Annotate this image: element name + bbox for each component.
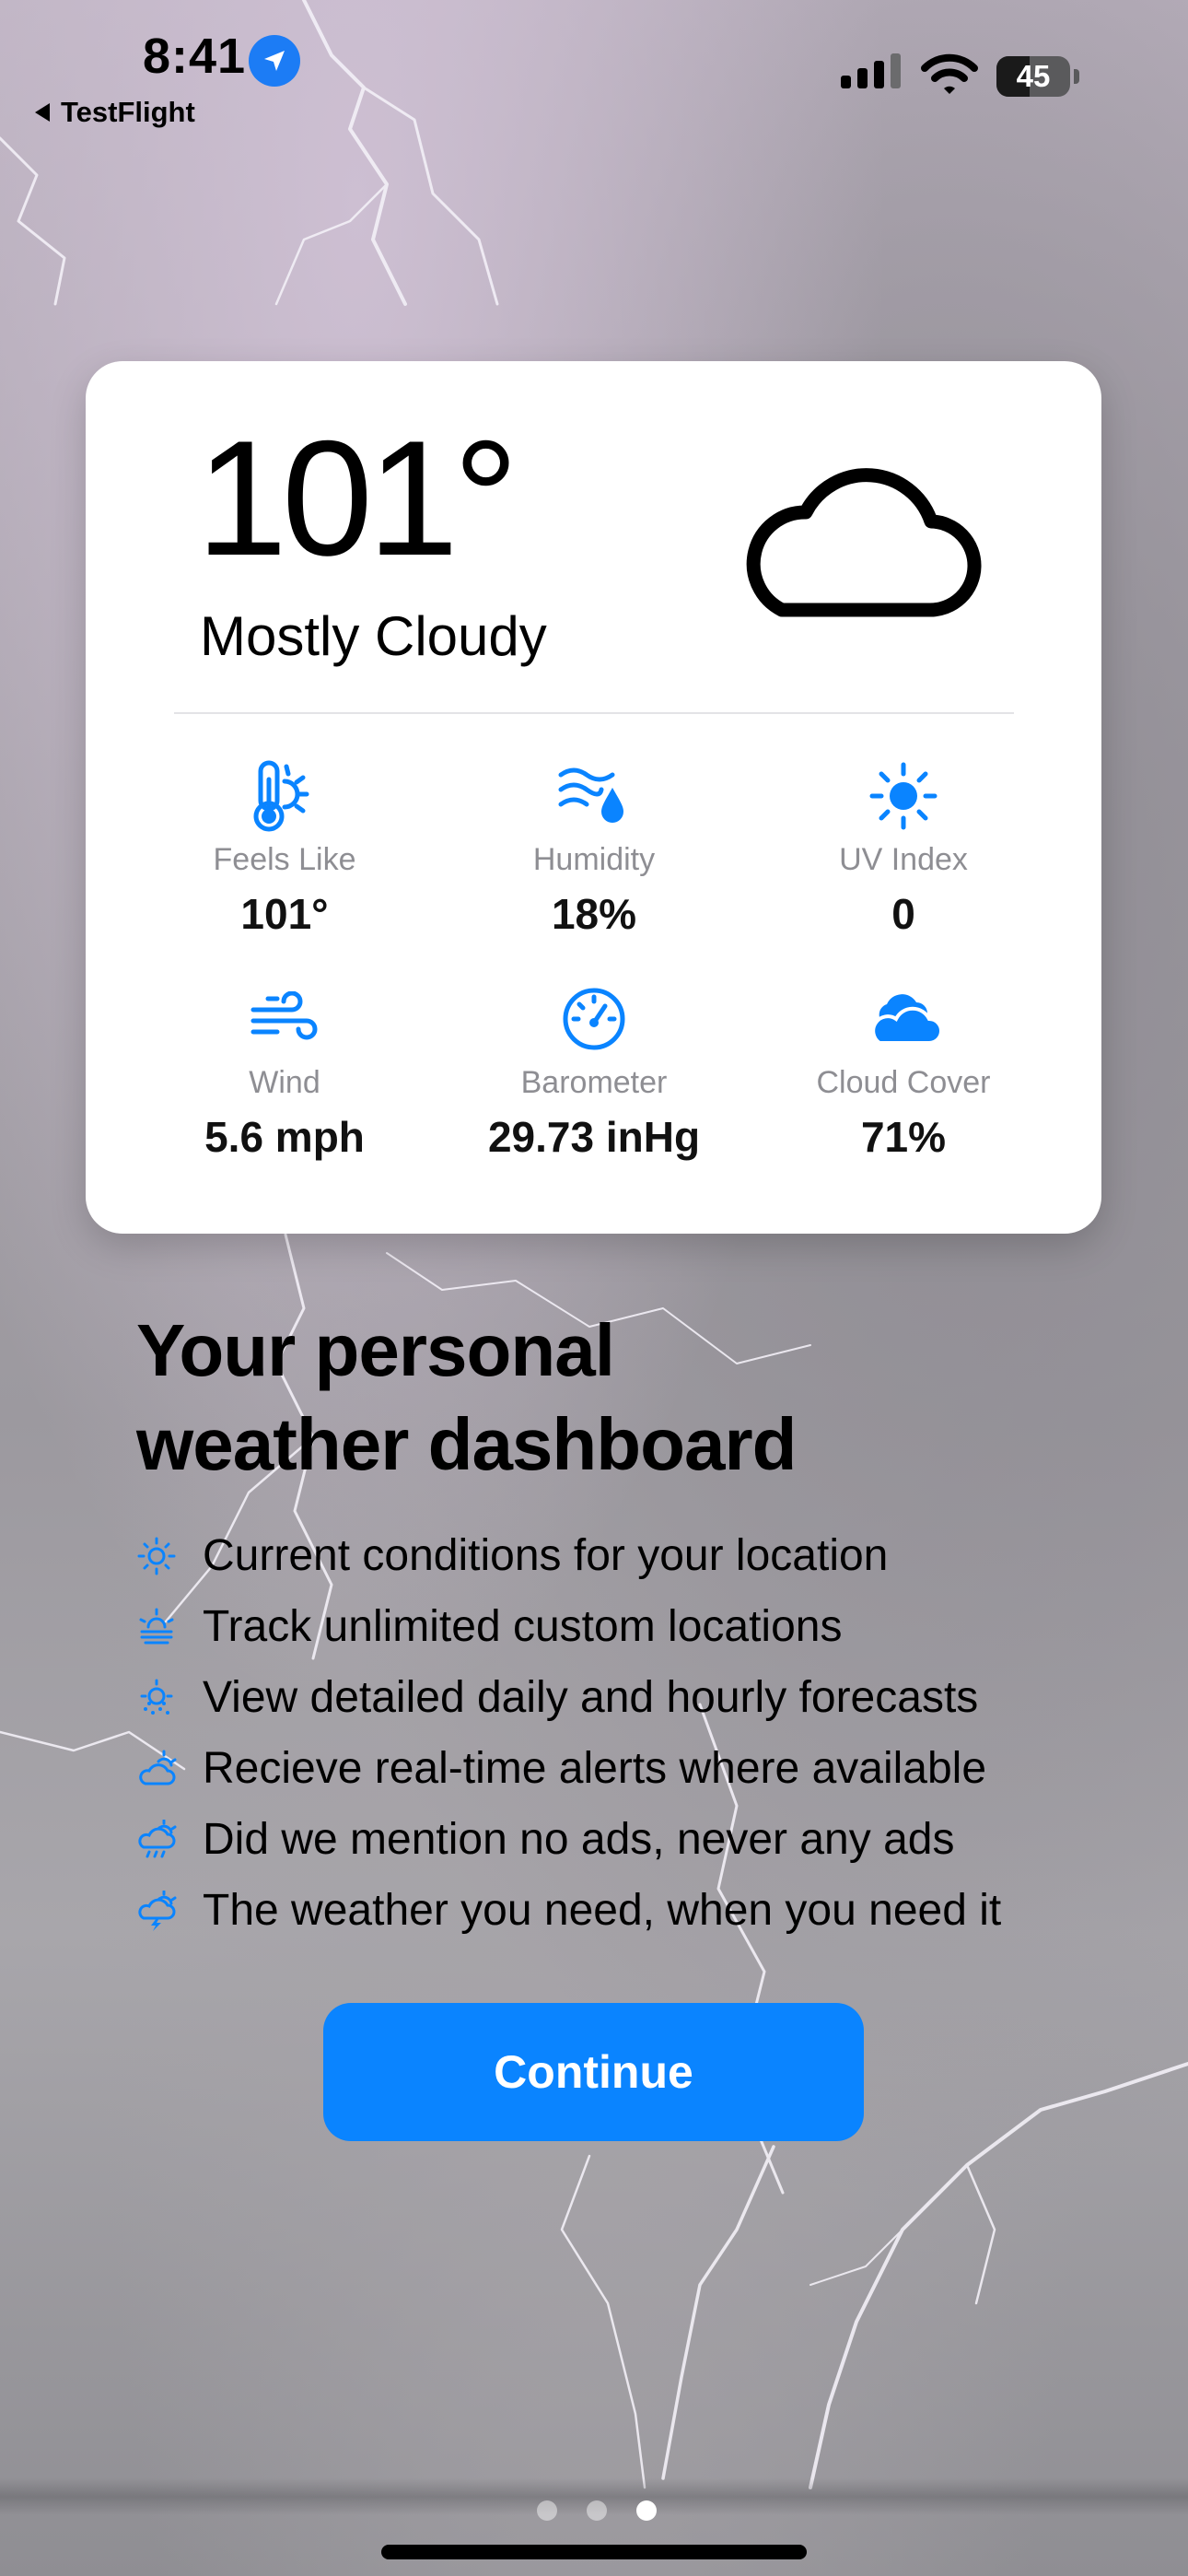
feature-text: Recieve real-time alerts where available — [203, 1744, 987, 1793]
metric-label: Barometer — [520, 1065, 668, 1100]
battery-cap — [1074, 69, 1079, 84]
page-indicator[interactable] — [537, 2500, 657, 2521]
home-indicator[interactable] — [381, 2545, 807, 2559]
page-dot[interactable] — [587, 2500, 607, 2521]
feature-text: The weather you need, when you need it — [203, 1886, 1002, 1935]
feature-item: Did we mention no ads, never any ads — [136, 1804, 1001, 1875]
feature-text: Did we mention no ads, never any ads — [203, 1815, 955, 1864]
feature-item: The weather you need, when you need it — [136, 1875, 1001, 1946]
cloud-sun-icon — [139, 1750, 177, 1785]
battery-percent: 45 — [1016, 59, 1051, 93]
signal-icon — [841, 53, 901, 88]
metric-wind: Wind 5.6 mph — [146, 980, 423, 1162]
feature-item: Track unlimited custom locations — [136, 1591, 1001, 1662]
sun-dust-icon — [140, 1679, 173, 1715]
wifi-icon — [921, 53, 978, 94]
location-arrow-icon — [249, 35, 300, 87]
current-temperature: 101° — [196, 406, 518, 590]
metric-barometer: Barometer 29.73 inHg — [456, 980, 732, 1162]
gauge-icon — [563, 988, 625, 1050]
feature-text: Track unlimited custom locations — [203, 1602, 843, 1651]
cloud-sun-bolt-icon — [138, 1890, 177, 1931]
metric-cloud-cover: Cloud Cover 71% — [765, 980, 1042, 1162]
metric-label: Humidity — [532, 842, 656, 877]
feature-list: Current conditions for your location Tra… — [136, 1520, 1001, 1946]
sun-icon — [869, 762, 938, 830]
sun-haze-icon — [139, 1608, 174, 1644]
metric-label: Wind — [249, 1065, 320, 1100]
metric-value: 18% — [551, 890, 637, 938]
back-app-label: TestFlight — [61, 96, 195, 128]
headline-line-2: weather dashboard — [136, 1403, 798, 1485]
thermometer-sun-icon — [253, 760, 309, 832]
metric-feels-like: Feels Like 101° — [146, 757, 423, 939]
wind-icon — [250, 991, 318, 1040]
current-condition: Mostly Cloudy — [200, 605, 547, 667]
feature-item: Current conditions for your location — [136, 1520, 1001, 1591]
page-dot-active[interactable] — [636, 2500, 657, 2521]
back-to-testflight-link[interactable]: TestFlight — [35, 96, 195, 129]
feature-text: View detailed daily and hourly forecasts — [203, 1673, 979, 1722]
headline-line-1: Your personal — [136, 1309, 615, 1391]
humidity-icon — [558, 767, 623, 823]
feature-item: Recieve real-time alerts where available — [136, 1733, 1001, 1804]
back-arrow-icon — [35, 103, 50, 122]
card-divider — [174, 712, 1014, 714]
metric-value: 71% — [860, 1113, 947, 1161]
weather-summary-card: 101° Mostly Cloudy Feels Like 101° Humid… — [86, 361, 1101, 1234]
metric-value: 101° — [240, 890, 329, 938]
metric-value: 5.6 mph — [204, 1113, 365, 1161]
continue-button[interactable]: Continue — [323, 2003, 864, 2141]
status-time: 8:41 — [143, 29, 247, 84]
metric-value: 0 — [891, 890, 915, 938]
feature-item: View detailed daily and hourly forecasts — [136, 1662, 1001, 1733]
metric-uv-index: UV Index 0 — [765, 757, 1042, 939]
clouds-icon — [871, 994, 942, 1045]
page-dot[interactable] — [537, 2500, 557, 2521]
metric-label: Feels Like — [213, 842, 356, 877]
metric-label: Cloud Cover — [816, 1065, 991, 1100]
metric-label: UV Index — [839, 842, 968, 877]
feature-text: Current conditions for your location — [203, 1531, 889, 1580]
onboarding-headline: Your personal weather dashboard — [136, 1304, 798, 1492]
battery-icon: 45 — [996, 56, 1070, 97]
cloud-sun-rain-icon — [138, 1819, 177, 1857]
sun-icon — [137, 1537, 176, 1575]
metric-humidity: Humidity 18% — [456, 757, 732, 939]
metric-value: 29.73 inHg — [487, 1113, 701, 1161]
cloud-icon — [746, 468, 982, 617]
